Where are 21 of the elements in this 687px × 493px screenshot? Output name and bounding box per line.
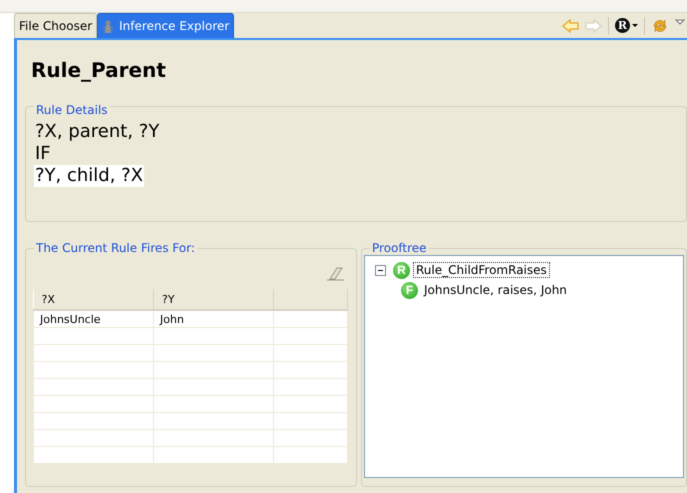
rule-title: Rule_Parent bbox=[30, 57, 167, 84]
tab[interactable]: Inference Explorer bbox=[97, 13, 234, 38]
table-cell: JohnsUncle bbox=[34, 310, 154, 328]
node-badge: R bbox=[393, 262, 410, 278]
rule-text-line: ?X, parent, ?Y bbox=[34, 121, 160, 143]
caret-icon bbox=[632, 24, 638, 27]
table-cell: John bbox=[154, 310, 274, 328]
back-arrow-icon[interactable] bbox=[562, 18, 579, 34]
group-label: Prooftree bbox=[370, 241, 429, 255]
tree-item[interactable]: JohnsUncle, raises, John bbox=[421, 282, 570, 298]
rule-text-line: IF bbox=[34, 143, 52, 165]
column-header[interactable]: ?X bbox=[34, 289, 154, 310]
tree-item[interactable]: Rule_ChildFromRaises bbox=[413, 262, 550, 278]
group-label: The Current Rule Fires For: bbox=[34, 241, 198, 255]
bug-icon bbox=[102, 18, 114, 34]
menu-button[interactable]: R bbox=[615, 16, 638, 36]
collapse-toggle[interactable] bbox=[375, 264, 386, 276]
node-badge: F bbox=[401, 282, 418, 298]
column-header[interactable]: ?Y bbox=[154, 289, 274, 310]
tab[interactable]: File Chooser bbox=[14, 13, 98, 38]
eraser-icon[interactable] bbox=[326, 265, 345, 281]
